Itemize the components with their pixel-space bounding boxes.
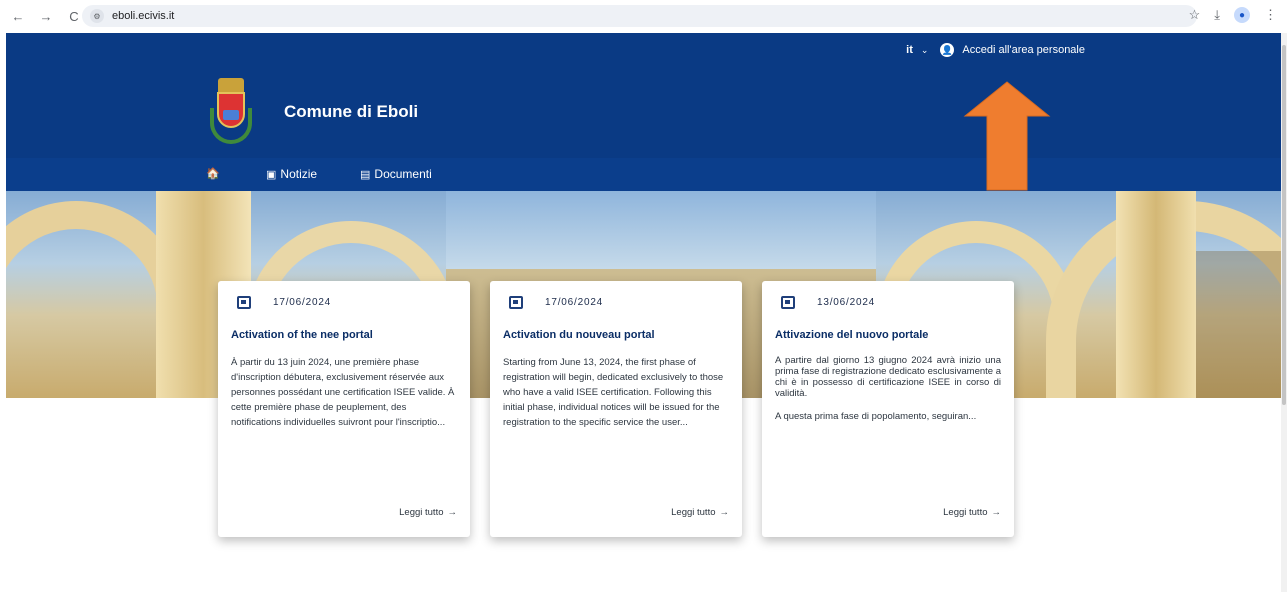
home-icon[interactable]: 🏠	[206, 167, 220, 180]
header-topline: it ⌄ 👤 Accedi all'area personale	[906, 43, 1085, 57]
news-date: 13/06/2024	[817, 297, 876, 308]
site-brand[interactable]: Comune di Eboli	[210, 78, 418, 146]
chevron-down-icon[interactable]: ⌄	[921, 45, 929, 56]
arrow-right-icon: →	[447, 507, 458, 518]
arrow-right-icon: →	[719, 507, 730, 518]
news-title[interactable]: Activation of the nee portal	[231, 329, 457, 341]
news-excerpt: A partire dal giorno 13 giugno 2024 avrà…	[775, 355, 1002, 422]
news-date: 17/06/2024	[273, 297, 332, 308]
forward-icon[interactable]: →	[38, 9, 54, 24]
read-more-link[interactable]: Leggi tutto →	[943, 507, 1001, 518]
login-link[interactable]: Accedi all'area personale	[962, 44, 1085, 56]
news-card[interactable]: 13/06/2024 Attivazione del nuovo portale…	[762, 281, 1014, 537]
newspaper-icon	[237, 296, 251, 309]
nav-documenti[interactable]: ▤ Documenti	[360, 167, 432, 181]
newspaper-icon	[509, 296, 523, 309]
news-date: 17/06/2024	[545, 297, 604, 308]
annotation-arrow-up-icon	[963, 81, 1051, 191]
nav-home[interactable]: 🏠	[206, 167, 220, 180]
profile-avatar-icon[interactable]: ●	[1234, 7, 1250, 23]
nav-notizie[interactable]: ▣ Notizie	[266, 167, 317, 181]
site-header: it ⌄ 👤 Accedi all'area personale Comune …	[6, 33, 1281, 158]
main-nav: 🏠 ▣ Notizie ▤ Documenti	[6, 158, 1281, 191]
read-more-link[interactable]: Leggi tutto →	[399, 507, 457, 518]
news-excerpt: À partir du 13 juin 2024, une première p…	[231, 357, 455, 428]
user-circle-icon[interactable]: 👤	[940, 43, 955, 57]
download-icon[interactable]: ⤓	[1214, 7, 1220, 23]
nav-documenti-label[interactable]: Documenti	[374, 167, 431, 181]
news-excerpt: Starting from June 13, 2024, the first p…	[503, 357, 724, 428]
scrollbar-thumb[interactable]	[1282, 45, 1286, 405]
language-selector[interactable]: it	[906, 44, 913, 56]
news-title[interactable]: Activation du nouveau portal	[503, 329, 729, 341]
newspaper-icon	[781, 296, 795, 309]
browser-menu-icon[interactable]: ⋮	[1264, 7, 1277, 23]
site-info-icon[interactable]: ⚙	[90, 9, 104, 23]
document-icon: ▤	[360, 168, 371, 181]
browser-toolbar: ← → C ⚙ eboli.ecivis.it ☆ ⤓ ● ⋮	[0, 0, 1287, 33]
news-card[interactable]: 17/06/2024 Activation of the nee portal …	[218, 281, 470, 537]
news-title[interactable]: Attivazione del nuovo portale	[775, 329, 1001, 341]
back-icon[interactable]: ←	[10, 9, 26, 24]
news-card[interactable]: 17/06/2024 Activation du nouveau portal …	[490, 281, 742, 537]
address-bar[interactable]: ⚙ eboli.ecivis.it	[82, 5, 1197, 27]
newspaper-icon: ▣	[266, 168, 277, 181]
reload-icon[interactable]: C	[66, 9, 82, 24]
arrow-right-icon: →	[991, 507, 1002, 518]
url-text[interactable]: eboli.ecivis.it	[112, 10, 174, 22]
bookmark-star-icon[interactable]: ☆	[1189, 7, 1201, 23]
site-title[interactable]: Comune di Eboli	[284, 102, 418, 122]
nav-notizie-label[interactable]: Notizie	[280, 167, 317, 181]
municipal-crest-logo	[210, 78, 252, 146]
read-more-link[interactable]: Leggi tutto →	[671, 507, 729, 518]
